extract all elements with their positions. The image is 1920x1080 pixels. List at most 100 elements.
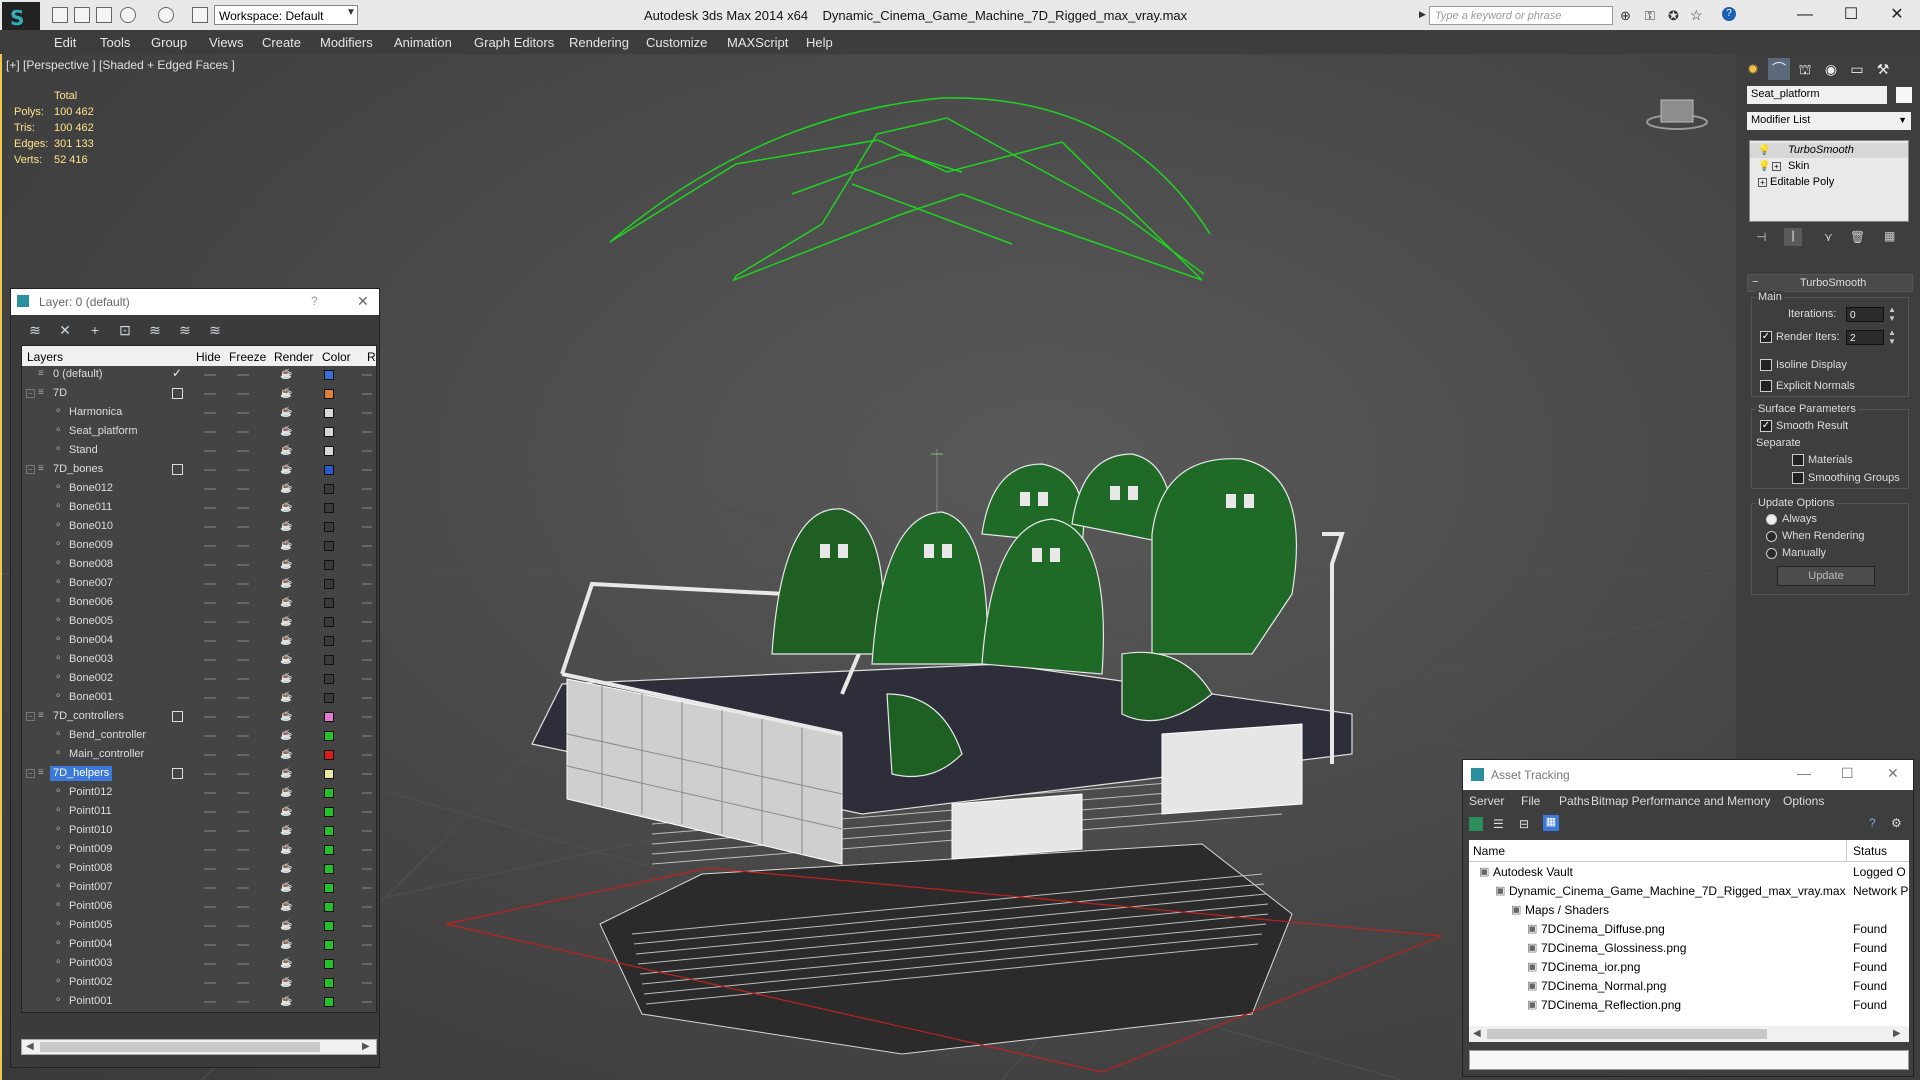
render-teapot-icon[interactable]: ☕: [280, 389, 292, 399]
layer-color-swatch[interactable]: [324, 940, 334, 950]
layer-row[interactable]: ⚬ Point002 ☕: [22, 974, 376, 993]
stack-item-turbosmooth[interactable]: 💡 TurboSmooth: [1750, 143, 1908, 158]
radiosity-toggle[interactable]: [362, 545, 372, 547]
scroll-thumb[interactable]: [1487, 1029, 1767, 1039]
new-file-icon[interactable]: [52, 7, 68, 23]
freeze-toggle[interactable]: [237, 431, 249, 433]
layer-row[interactable]: ⚬ Bone006 ☕: [22, 594, 376, 613]
layer-color-swatch[interactable]: [324, 389, 334, 399]
layer-row[interactable]: ⚬ Bone009 ☕: [22, 537, 376, 556]
layer-name[interactable]: Bone004: [66, 633, 116, 648]
layer-color-swatch[interactable]: [324, 693, 334, 703]
binoculars-icon[interactable]: ⊕: [1620, 8, 1631, 24]
layer-color-swatch[interactable]: [324, 522, 334, 532]
asset-horizontal-scrollbar[interactable]: ◀ ▶: [1469, 1026, 1909, 1042]
layer-row[interactable]: ⚬ Bone011 ☕: [22, 499, 376, 518]
layer-row[interactable]: − ≡ 7D_helpers ☕: [22, 765, 376, 784]
layer-name[interactable]: 7D_helpers: [50, 766, 113, 781]
layer-name[interactable]: Bend_controller: [66, 728, 149, 743]
hide-toggle[interactable]: [204, 678, 216, 680]
freeze-toggle[interactable]: [237, 507, 249, 509]
asset-row[interactable]: ▣ Dynamic_Cinema_Game_Machine_7D_Rigged_m…: [1469, 882, 1909, 901]
freeze-toggle[interactable]: [237, 393, 249, 395]
layer-name[interactable]: 0 (default): [50, 367, 106, 382]
freeze-toggle[interactable]: [237, 906, 249, 908]
column-color[interactable]: Color: [322, 350, 351, 364]
materials-checkbox[interactable]: [1792, 454, 1804, 466]
radiosity-toggle[interactable]: [362, 621, 372, 623]
render-teapot-icon[interactable]: ☕: [280, 598, 292, 608]
render-teapot-icon[interactable]: ☕: [280, 560, 292, 570]
freeze-toggle[interactable]: [237, 849, 249, 851]
layer-name[interactable]: Bone001: [66, 690, 116, 705]
radiosity-toggle[interactable]: [362, 716, 372, 718]
hide-toggle[interactable]: [204, 507, 216, 509]
hierarchy-tab-icon[interactable]: ⛫: [1794, 58, 1816, 80]
layer-row[interactable]: ⚬ Point003 ☕: [22, 955, 376, 974]
freeze-toggle[interactable]: [237, 887, 249, 889]
layer-row[interactable]: ⚬ Point004 ☕: [22, 936, 376, 955]
turbosmooth-rollout-header[interactable]: − TurboSmooth: [1747, 274, 1913, 292]
collapse-icon[interactable]: −: [26, 712, 35, 721]
render-teapot-icon[interactable]: ☕: [280, 864, 292, 874]
layer-color-swatch[interactable]: [324, 370, 334, 380]
render-teapot-icon[interactable]: ☕: [280, 408, 292, 418]
radiosity-toggle[interactable]: [362, 830, 372, 832]
freeze-toggle[interactable]: [237, 716, 249, 718]
object-name-field[interactable]: Seat_platform: [1747, 86, 1887, 104]
layer-row[interactable]: − ≡ 7D ☕: [22, 385, 376, 404]
motion-tab-icon[interactable]: ◉: [1820, 58, 1842, 80]
layer-color-swatch[interactable]: [324, 579, 334, 589]
stack-item-skin[interactable]: 💡 + Skin: [1750, 159, 1908, 174]
render-teapot-icon[interactable]: ☕: [280, 959, 292, 969]
radiosity-toggle[interactable]: [362, 431, 372, 433]
layer-color-swatch[interactable]: [324, 465, 334, 475]
freeze-toggle[interactable]: [237, 450, 249, 452]
render-teapot-icon[interactable]: ☕: [280, 921, 292, 931]
asset-minimize-button[interactable]: —: [1797, 765, 1811, 781]
radiosity-toggle[interactable]: [362, 450, 372, 452]
show-end-result-icon[interactable]: |: [1784, 228, 1802, 246]
render-teapot-icon[interactable]: ☕: [280, 807, 292, 817]
radiosity-toggle[interactable]: [362, 754, 372, 756]
collapse-icon[interactable]: −: [26, 769, 35, 778]
asset-row[interactable]: ▣ 7DCinema_ior.png Found: [1469, 958, 1909, 977]
radiosity-toggle[interactable]: [362, 393, 372, 395]
viewport-label[interactable]: [+] [Perspective ] [Shaded + Edged Faces…: [6, 58, 235, 72]
radiosity-toggle[interactable]: [362, 887, 372, 889]
render-teapot-icon[interactable]: ☕: [280, 503, 292, 513]
layer-name[interactable]: Bone005: [66, 614, 116, 629]
layer-help-button[interactable]: ?: [311, 294, 318, 308]
freeze-all-layers-icon[interactable]: ≋: [207, 322, 223, 338]
layer-row[interactable]: ⚬ Point001 ☕: [22, 993, 376, 1012]
render-teapot-icon[interactable]: ☕: [280, 655, 292, 665]
set-active-layer-box[interactable]: [172, 711, 183, 722]
layer-window-titlebar[interactable]: Layer: 0 (default) ? ✕: [11, 289, 379, 315]
hide-toggle[interactable]: [204, 735, 216, 737]
when-rendering-radio[interactable]: [1766, 531, 1777, 542]
layer-name[interactable]: Point002: [66, 975, 115, 990]
make-unique-icon[interactable]: ⋎: [1824, 230, 1833, 244]
layer-row[interactable]: ⚬ Point012 ☕: [22, 784, 376, 803]
column-radiosity[interactable]: Ra: [367, 350, 376, 364]
layers-stack-icon[interactable]: ≋: [27, 322, 43, 338]
layer-row[interactable]: ⚬ Point005 ☕: [22, 917, 376, 936]
layer-row[interactable]: ⚬ Point008 ☕: [22, 860, 376, 879]
hide-toggle[interactable]: [204, 830, 216, 832]
layer-color-swatch[interactable]: [324, 560, 334, 570]
layer-color-swatch[interactable]: [324, 788, 334, 798]
menu-rendering[interactable]: Rendering: [569, 35, 629, 50]
radiosity-toggle[interactable]: [362, 469, 372, 471]
render-teapot-icon[interactable]: ☕: [280, 465, 292, 475]
radiosity-toggle[interactable]: [362, 963, 372, 965]
key-icon[interactable]: ⚿: [1645, 8, 1655, 24]
open-file-icon[interactable]: [74, 7, 90, 23]
layer-color-swatch[interactable]: [324, 807, 334, 817]
asset-settings-icon[interactable]: ⚙: [1891, 816, 1902, 830]
freeze-toggle[interactable]: [237, 735, 249, 737]
radiosity-toggle[interactable]: [362, 925, 372, 927]
asset-row[interactable]: ▣ 7DCinema_Normal.png Found: [1469, 977, 1909, 996]
asset-menu-paths[interactable]: Paths: [1559, 794, 1590, 808]
radiosity-toggle[interactable]: [362, 868, 372, 870]
hide-toggle[interactable]: [204, 887, 216, 889]
